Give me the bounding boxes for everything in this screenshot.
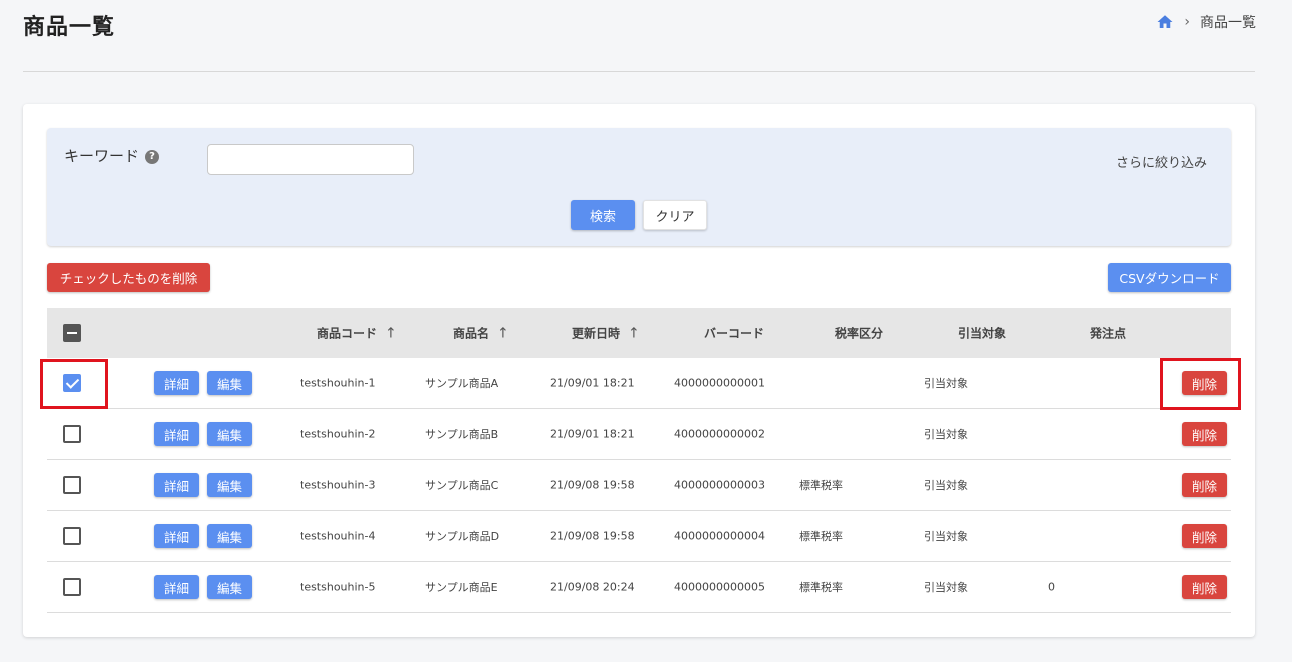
clear-button[interactable]: クリア bbox=[643, 200, 707, 230]
table-body: 詳細 編集 testshouhin-1 サンプル商品A 21/09/01 18:21 40… bbox=[47, 358, 1231, 613]
column-header-name[interactable]: 商品名 ↑ bbox=[453, 325, 509, 342]
table-row: 詳細 編集 testshouhin-3 サンプル商品C 21/09/08 19:58 40… bbox=[47, 460, 1231, 511]
select-all-checkbox[interactable] bbox=[63, 324, 81, 342]
cell-name: サンプル商品D bbox=[425, 530, 500, 543]
delete-button[interactable]: 削除 bbox=[1182, 473, 1227, 497]
edit-button[interactable]: 編集 bbox=[207, 575, 252, 599]
table-row: 詳細 編集 testshouhin-5 サンプル商品E 21/09/08 20:24 40… bbox=[47, 562, 1231, 613]
delete-button[interactable]: 削除 bbox=[1182, 524, 1227, 548]
table-row: 詳細 編集 testshouhin-4 サンプル商品D 21/09/08 19:58 40… bbox=[47, 511, 1231, 562]
column-header-barcode: バーコード bbox=[704, 326, 765, 341]
table-row: 詳細 編集 testshouhin-1 サンプル商品A 21/09/01 18:21 40… bbox=[47, 358, 1231, 409]
detail-button[interactable]: 詳細 bbox=[154, 473, 199, 497]
cell-barcode: 4000000000004 bbox=[674, 529, 765, 543]
detail-button[interactable]: 詳細 bbox=[154, 371, 199, 395]
cell-allocation: 引当対象 bbox=[924, 479, 968, 492]
column-header-updated[interactable]: 更新日時 ↑ bbox=[572, 325, 640, 342]
sort-up-icon[interactable]: ↑ bbox=[497, 325, 509, 341]
delete-button[interactable]: 削除 bbox=[1182, 422, 1227, 446]
column-header-tax: 税率区分 bbox=[835, 326, 884, 341]
cell-allocation: 引当対象 bbox=[924, 581, 968, 594]
cell-allocation: 引当対象 bbox=[924, 428, 968, 441]
cell-name: サンプル商品C bbox=[425, 479, 499, 492]
detail-button[interactable]: 詳細 bbox=[154, 524, 199, 548]
cell-code: testshouhin-3 bbox=[300, 478, 376, 492]
cell-reorder: 0 bbox=[1048, 580, 1055, 594]
cell-allocation: 引当対象 bbox=[924, 530, 968, 543]
row-checkbox[interactable] bbox=[63, 476, 81, 494]
detail-button[interactable]: 詳細 bbox=[154, 422, 199, 446]
more-filter-link[interactable]: さらに絞り込み bbox=[1116, 152, 1207, 171]
home-icon[interactable] bbox=[1156, 13, 1174, 31]
cell-code: testshouhin-2 bbox=[300, 427, 376, 441]
cell-tax: 標準税率 bbox=[799, 581, 843, 594]
edit-button[interactable]: 編集 bbox=[207, 422, 252, 446]
cell-updated: 21/09/08 20:24 bbox=[550, 580, 635, 594]
keyword-input[interactable] bbox=[207, 144, 414, 175]
help-icon[interactable]: ? bbox=[145, 150, 160, 164]
cell-barcode: 4000000000001 bbox=[674, 376, 765, 390]
breadcrumb-current: 商品一覧 bbox=[1200, 15, 1256, 31]
cell-code: testshouhin-5 bbox=[300, 580, 376, 594]
row-checkbox[interactable] bbox=[63, 425, 81, 443]
sort-up-icon[interactable]: ↑ bbox=[385, 325, 397, 341]
cell-barcode: 4000000000002 bbox=[674, 427, 765, 441]
search-panel: キーワード ? さらに絞り込み 検索 クリア bbox=[47, 128, 1231, 246]
breadcrumb: › 商品一覧 bbox=[1156, 12, 1256, 32]
cell-barcode: 4000000000003 bbox=[674, 478, 765, 492]
page-title: 商品一覧 bbox=[23, 15, 116, 40]
cell-name: サンプル商品A bbox=[425, 377, 499, 390]
cell-barcode: 4000000000005 bbox=[674, 580, 765, 594]
column-header-reorder: 発注点 bbox=[1090, 326, 1127, 341]
search-button[interactable]: 検索 bbox=[571, 200, 635, 230]
cell-tax: 標準税率 bbox=[799, 530, 843, 543]
row-checkbox[interactable] bbox=[63, 578, 81, 596]
csv-download-button[interactable]: CSVダウンロード bbox=[1108, 263, 1231, 292]
divider bbox=[23, 71, 1255, 72]
cell-tax: 標準税率 bbox=[799, 479, 843, 492]
cell-updated: 21/09/01 18:21 bbox=[550, 427, 635, 441]
cell-name: サンプル商品E bbox=[425, 581, 498, 594]
sort-up-icon[interactable]: ↑ bbox=[628, 325, 640, 341]
chevron-right-icon: › bbox=[1184, 14, 1190, 30]
edit-button[interactable]: 編集 bbox=[207, 524, 252, 548]
cell-updated: 21/09/01 18:21 bbox=[550, 376, 635, 390]
cell-updated: 21/09/08 19:58 bbox=[550, 529, 635, 543]
edit-button[interactable]: 編集 bbox=[207, 371, 252, 395]
detail-button[interactable]: 詳細 bbox=[154, 575, 199, 599]
edit-button[interactable]: 編集 bbox=[207, 473, 252, 497]
row-checkbox[interactable] bbox=[63, 527, 81, 545]
delete-checked-button[interactable]: チェックしたものを削除 bbox=[47, 263, 210, 292]
highlight-box bbox=[40, 359, 108, 409]
table-header: 商品コード ↑ 商品名 ↑ 更新日時 ↑ バーコード 税率区分 引当対象 発注点 bbox=[47, 308, 1231, 358]
column-header-code[interactable]: 商品コード ↑ bbox=[317, 325, 397, 342]
keyword-label: キーワード ? bbox=[64, 145, 160, 166]
table-row: 詳細 編集 testshouhin-2 サンプル商品B 21/09/01 18:21 40… bbox=[47, 409, 1231, 460]
cell-code: testshouhin-4 bbox=[300, 529, 376, 543]
cell-name: サンプル商品B bbox=[425, 428, 499, 441]
content-card: キーワード ? さらに絞り込み 検索 クリア チェックしたものを削除 CSVダウ… bbox=[23, 104, 1255, 637]
cell-allocation: 引当対象 bbox=[924, 377, 968, 390]
cell-updated: 21/09/08 19:58 bbox=[550, 478, 635, 492]
cell-code: testshouhin-1 bbox=[300, 376, 376, 390]
column-header-allocation: 引当対象 bbox=[958, 326, 1007, 341]
product-table: 商品コード ↑ 商品名 ↑ 更新日時 ↑ バーコード 税率区分 引当対象 発注点 詳細… bbox=[47, 308, 1231, 613]
highlight-box bbox=[1160, 358, 1241, 410]
delete-button[interactable]: 削除 bbox=[1182, 575, 1227, 599]
